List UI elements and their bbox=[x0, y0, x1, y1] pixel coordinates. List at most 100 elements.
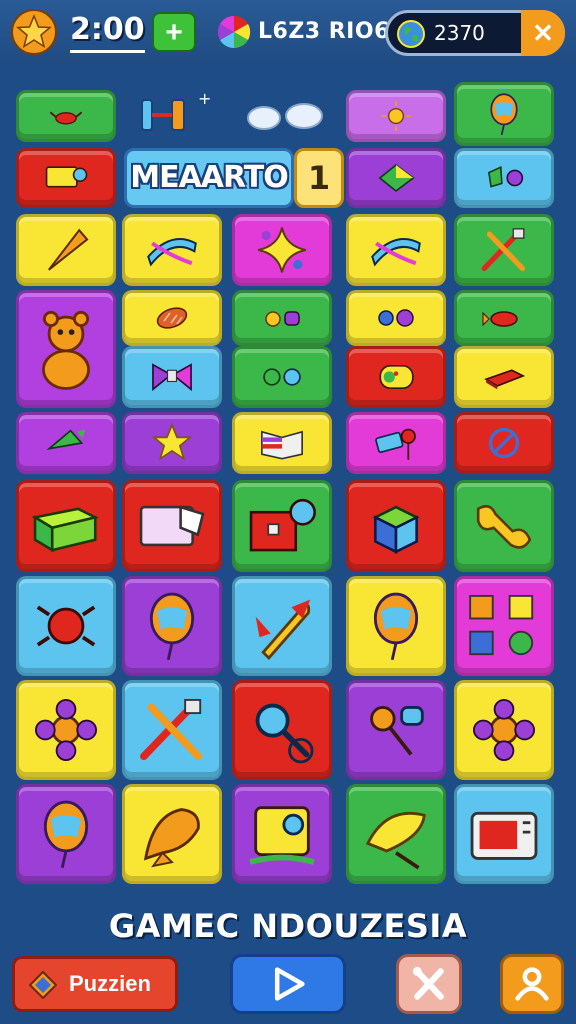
scroll-icon bbox=[249, 806, 315, 865]
paint-can-icon bbox=[379, 364, 414, 390]
tile[interactable] bbox=[16, 680, 116, 780]
book-icon bbox=[261, 430, 303, 460]
tile[interactable] bbox=[232, 680, 332, 780]
tile[interactable] bbox=[346, 290, 446, 346]
bone-icon bbox=[476, 505, 532, 549]
balloon-icon bbox=[43, 800, 89, 869]
no-sign-icon bbox=[488, 427, 520, 459]
tile[interactable] bbox=[346, 784, 446, 884]
star-icon[interactable] bbox=[10, 8, 58, 56]
tile[interactable] bbox=[122, 680, 222, 780]
tile[interactable] bbox=[232, 784, 332, 884]
star-icon bbox=[151, 422, 193, 461]
tile[interactable] bbox=[122, 576, 222, 676]
gem-icon bbox=[46, 429, 86, 450]
tile[interactable] bbox=[346, 346, 446, 408]
profile-button[interactable] bbox=[500, 954, 564, 1014]
play-button[interactable] bbox=[230, 954, 346, 1014]
chest-icon bbox=[249, 498, 316, 552]
tile[interactable] bbox=[454, 148, 554, 208]
machine-icon bbox=[45, 166, 88, 188]
tile[interactable] bbox=[122, 346, 222, 408]
floating-tools-icon: + bbox=[132, 86, 212, 138]
tile[interactable] bbox=[232, 346, 332, 408]
tile[interactable] bbox=[232, 412, 332, 474]
tile[interactable] bbox=[16, 214, 116, 286]
tile[interactable] bbox=[122, 784, 222, 884]
dots-icon bbox=[265, 311, 300, 327]
tile[interactable] bbox=[16, 290, 116, 408]
tile[interactable] bbox=[454, 290, 554, 346]
arrow-gem-icon bbox=[378, 164, 415, 192]
flowers-icon bbox=[378, 309, 414, 327]
tile[interactable] bbox=[16, 784, 116, 884]
tile[interactable] bbox=[454, 680, 554, 780]
game-board: MEAARTO 1 + bbox=[8, 80, 568, 890]
tile[interactable] bbox=[346, 480, 446, 572]
tools-button[interactable] bbox=[396, 954, 462, 1014]
play-icon bbox=[274, 967, 305, 1001]
tile[interactable] bbox=[16, 90, 116, 142]
tile[interactable] bbox=[232, 576, 332, 676]
tile[interactable] bbox=[454, 346, 554, 408]
ribbon-icon bbox=[371, 238, 421, 267]
block-icon bbox=[31, 507, 99, 553]
cube-icon bbox=[372, 505, 420, 554]
tile[interactable] bbox=[454, 784, 554, 884]
bow-icon bbox=[152, 363, 192, 392]
tile[interactable] bbox=[346, 90, 446, 142]
tile[interactable] bbox=[122, 290, 222, 346]
balloon-icon bbox=[149, 592, 195, 661]
shapes-icon bbox=[487, 165, 524, 188]
puzzle-button-label: Puzzien bbox=[69, 971, 151, 996]
score-value: 2370 bbox=[434, 21, 485, 45]
word-tile[interactable]: MEAARTO bbox=[124, 148, 294, 208]
fish-icon bbox=[482, 311, 518, 327]
add-button[interactable]: + bbox=[152, 12, 196, 52]
sun-icon bbox=[381, 101, 411, 131]
tile[interactable] bbox=[16, 576, 116, 676]
tile[interactable] bbox=[346, 576, 446, 676]
tile[interactable] bbox=[346, 214, 446, 286]
box-icon bbox=[484, 369, 526, 390]
clouds-icon bbox=[244, 92, 328, 136]
svg-text:+: + bbox=[198, 89, 211, 108]
tile[interactable] bbox=[232, 290, 332, 346]
tile[interactable] bbox=[16, 480, 116, 572]
balloon-icon bbox=[373, 592, 419, 661]
tile[interactable] bbox=[454, 480, 554, 572]
bread-icon bbox=[156, 307, 188, 329]
tile[interactable] bbox=[122, 214, 222, 286]
tile[interactable] bbox=[454, 82, 554, 146]
pinwheel-icon bbox=[216, 14, 252, 50]
letters-icon bbox=[469, 594, 534, 656]
number-tile[interactable]: 1 bbox=[294, 148, 344, 208]
rattle-icon bbox=[370, 706, 424, 756]
tools-icon bbox=[140, 698, 203, 761]
tile[interactable] bbox=[454, 412, 554, 474]
tile[interactable] bbox=[122, 412, 222, 474]
tile[interactable] bbox=[454, 576, 554, 676]
globe-icon bbox=[396, 19, 426, 49]
tile[interactable] bbox=[122, 480, 222, 572]
tile[interactable] bbox=[16, 412, 116, 474]
tile[interactable] bbox=[232, 480, 332, 572]
flower-icon bbox=[34, 698, 98, 762]
tile[interactable] bbox=[16, 148, 116, 208]
tile[interactable] bbox=[454, 214, 554, 286]
crossed-tools-icon bbox=[412, 966, 444, 1000]
tile[interactable] bbox=[346, 412, 446, 474]
radio-icon bbox=[470, 811, 538, 860]
teddy-bear-icon bbox=[42, 310, 90, 390]
puzzle-button[interactable]: Puzzien bbox=[12, 956, 178, 1012]
tile[interactable] bbox=[346, 680, 446, 780]
phone-icon bbox=[375, 428, 416, 460]
top-bar: 2:00 + L6Z3 RIO6 2370 ✕ bbox=[0, 0, 576, 64]
balloon-icon bbox=[490, 93, 518, 136]
close-button[interactable]: ✕ bbox=[521, 10, 565, 56]
tile[interactable] bbox=[346, 148, 446, 208]
crab-icon bbox=[49, 111, 83, 125]
diamond-icon bbox=[28, 970, 58, 1000]
tile[interactable] bbox=[232, 214, 332, 286]
circles-icon bbox=[263, 368, 301, 386]
